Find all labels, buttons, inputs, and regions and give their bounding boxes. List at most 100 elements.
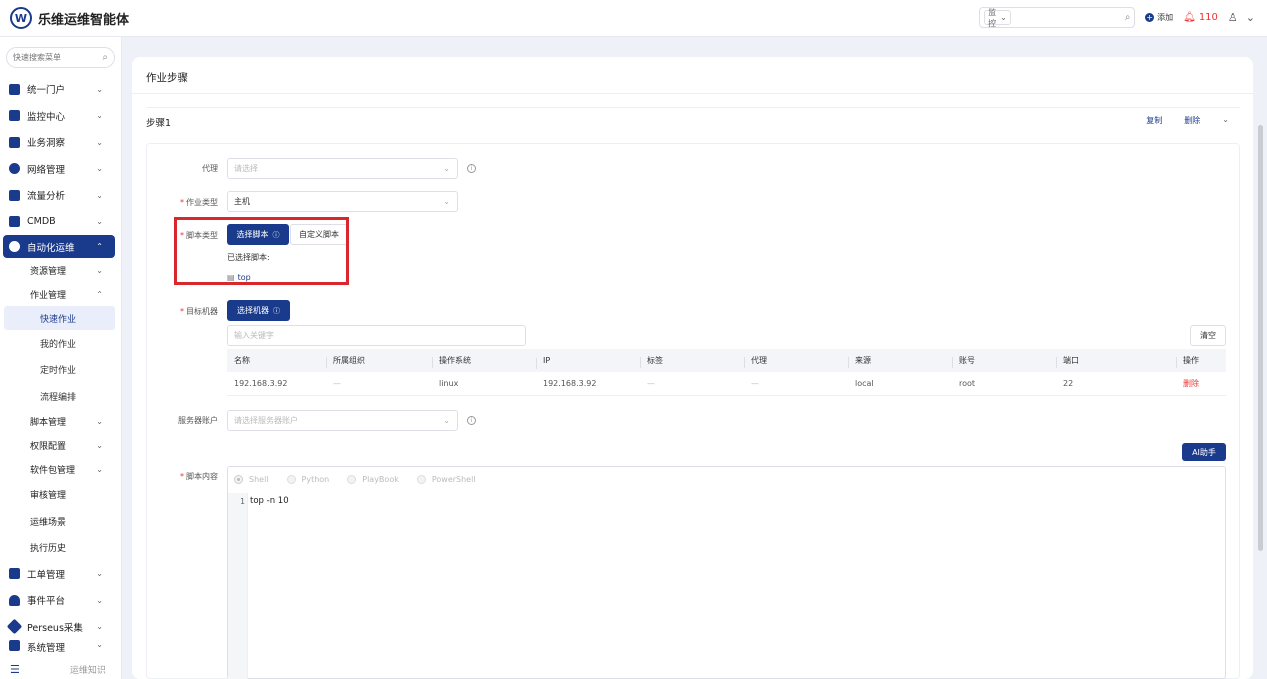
search-scope-select[interactable]: 监控 ⌄ — [984, 8, 1011, 28]
chevron-down-icon[interactable]: ⌄ — [1222, 115, 1229, 126]
line-gutter — [228, 493, 248, 679]
sidebar-item-portal[interactable]: 统一门户 ⌄ — [0, 76, 121, 103]
info-icon[interactable]: i — [467, 416, 476, 425]
global-search[interactable]: 监控 ⌄ ⌕ — [979, 7, 1136, 28]
radio-python[interactable]: Python — [286, 475, 329, 484]
user-icon: ♙ — [1227, 11, 1238, 24]
sidebar-item-quick-job[interactable]: 快速作业 — [4, 306, 115, 330]
app-title: 乐维运维智能体 — [38, 12, 130, 28]
code-line[interactable]: top -n 10 — [250, 496, 289, 506]
sidebar-item-script-mgmt[interactable]: 脚本管理 ⌄ — [0, 410, 121, 434]
menu-search-input[interactable] — [13, 53, 103, 62]
sidebar-item-flow-edit[interactable]: 流程编排 — [0, 383, 121, 410]
search-icon[interactable]: ⌕ — [1125, 12, 1131, 23]
sidebar-item-cmdb[interactable]: CMDB ⌄ — [0, 209, 121, 236]
col-account: 账号 — [952, 355, 1056, 368]
delete-step-button[interactable]: 删除 — [1184, 115, 1200, 126]
chevron-down-icon: ⌄ — [96, 622, 103, 632]
sidebar-footer: ☰ 运维知识 — [0, 659, 122, 679]
col-action: 操作 — [1176, 355, 1226, 368]
insight-icon — [9, 136, 20, 148]
col-os: 操作系统 — [432, 355, 536, 368]
chevron-up-icon: ⌃ — [96, 242, 103, 251]
sidebar-item-history[interactable]: 执行历史 — [0, 535, 121, 561]
script-editor[interactable]: Shell Python PlayBook PowerShell 1 top -… — [227, 466, 1226, 679]
gear-icon — [9, 241, 20, 252]
select-machine-button[interactable]: 选择机器 ⓘ — [227, 300, 290, 321]
sidebar-item-scheduled-jobs[interactable]: 定时作业 — [0, 357, 121, 384]
radio-powershell[interactable]: PowerShell — [416, 475, 476, 484]
table-row: 192.168.3.92 — linux 192.168.3.92 — — lo… — [227, 372, 1226, 396]
chevron-down-icon: ⌄ — [443, 416, 450, 425]
chevron-down-icon: ⌄ — [96, 265, 103, 275]
sidebar-item-traffic[interactable]: 流量分析 ⌄ — [0, 182, 121, 209]
sidebar-item-insight[interactable]: 业务洞察 ⌄ — [0, 129, 121, 156]
chevron-down-icon: ⌄ — [96, 137, 103, 147]
sidebar-item-scenes[interactable]: 运维场景 — [0, 508, 121, 535]
sidebar-item-tickets[interactable]: 工单管理 ⌄ — [0, 561, 121, 588]
sidebar-item-software[interactable]: 软件包管理 ⌄ — [0, 458, 121, 482]
sidebar-item-network[interactable]: 网络管理 ⌄ — [0, 156, 121, 183]
job-type-label: * 作业类型 — [180, 198, 218, 207]
machine-keyword-input[interactable]: 输入关键字 — [227, 325, 526, 346]
radio-dot-icon — [416, 475, 426, 484]
sidebar-item-perseus[interactable]: Perseus采集 ⌄ — [0, 614, 121, 641]
alert-bell-button[interactable]: 🔔︎ 110 — [1183, 12, 1218, 23]
menu-search[interactable]: ⌕ — [6, 47, 115, 68]
sidebar-item-events[interactable]: 事件平台 ⌄ — [0, 587, 121, 614]
chevron-down-icon: ⌄ — [443, 197, 450, 206]
copy-step-button[interactable]: 复制 — [1146, 115, 1162, 126]
clear-button[interactable]: 清空 — [1190, 325, 1226, 346]
proxy-select[interactable]: 请选择 ⌄ — [227, 158, 458, 179]
col-port: 端口 — [1056, 355, 1176, 368]
traffic-icon — [9, 189, 20, 201]
chevron-down-icon: ⌄ — [96, 417, 103, 426]
plus-circle-icon: + — [1145, 13, 1155, 22]
remove-machine-button[interactable]: 删除 — [1176, 378, 1226, 389]
global-search-input[interactable] — [1014, 13, 1125, 22]
sidebar-item-audit[interactable]: 审核管理 — [0, 482, 121, 508]
chevron-down-icon: ⌄ — [96, 111, 103, 121]
select-script-button[interactable]: 选择脚本 ⓘ — [227, 224, 289, 245]
top-header: W 乐维运维智能体 监控 ⌄ ⌕ + 添加 🔔︎ 110 ♙ ⌄ — [0, 0, 1267, 37]
ticket-icon — [9, 568, 20, 580]
bell-icon: 🔔︎ — [1183, 12, 1196, 23]
diamond-icon — [6, 618, 23, 635]
language-radio-group: Shell Python PlayBook PowerShell — [234, 475, 476, 484]
job-type-select[interactable]: 主机 ⌄ — [227, 191, 458, 212]
step-actions: 复制 删除 ⌄ — [1146, 115, 1229, 126]
server-account-select[interactable]: 请选择服务器账户 ⌄ — [227, 410, 458, 431]
chevron-down-icon: ⌄ — [96, 217, 103, 227]
radio-shell[interactable]: Shell — [234, 475, 269, 484]
info-icon: ⓘ — [273, 306, 280, 315]
sidebar-item-monitor[interactable]: 监控中心 ⌄ — [0, 103, 121, 130]
sidebar-item-system[interactable]: 系统管理 ⌄ — [0, 640, 121, 654]
page-scrollbar[interactable] — [1258, 125, 1263, 551]
sidebar-item-job-mgmt[interactable]: 作业管理 ⌃ — [0, 282, 121, 306]
sidebar-item-permissions[interactable]: 权限配置 ⌄ — [0, 434, 121, 458]
home-icon — [9, 83, 20, 95]
chevron-up-icon: ⌃ — [96, 289, 103, 299]
ai-assistant-button[interactable]: AI助手 — [1182, 443, 1226, 461]
collapse-menu-icon[interactable]: ☰ — [10, 663, 20, 676]
divider — [132, 93, 1253, 94]
knowledge-link[interactable]: 运维知识 — [70, 663, 106, 676]
server-account-label: 服务器账户 — [178, 416, 218, 425]
system-icon — [9, 640, 20, 651]
custom-script-button[interactable]: 自定义脚本 — [290, 224, 348, 245]
sidebar-item-resource[interactable]: 资源管理 ⌄ — [0, 258, 121, 282]
app-logo[interactable]: W 乐维运维智能体 — [10, 7, 129, 29]
script-type-label: * 脚本类型 — [180, 231, 218, 240]
selected-script-link[interactable]: ▤ top — [227, 273, 251, 282]
table-header: 名称 所属组织 操作系统 IP 标签 代理 来源 账号 端口 操作 — [227, 349, 1226, 372]
add-button[interactable]: + 添加 — [1145, 12, 1173, 23]
sidebar-item-my-jobs[interactable]: 我的作业 — [0, 330, 121, 357]
col-ip: IP — [536, 356, 640, 369]
chevron-down-icon: ⌄ — [96, 640, 103, 649]
info-icon[interactable]: i — [467, 164, 476, 173]
sidebar-item-automation[interactable]: 自动化运维 ⌃ — [3, 235, 115, 258]
selected-script-label: 已选择脚本: — [227, 253, 270, 262]
search-icon[interactable]: ⌕ — [102, 52, 108, 63]
radio-playbook[interactable]: PlayBook — [347, 475, 399, 484]
user-menu[interactable]: ♙ ⌄ — [1228, 11, 1255, 24]
